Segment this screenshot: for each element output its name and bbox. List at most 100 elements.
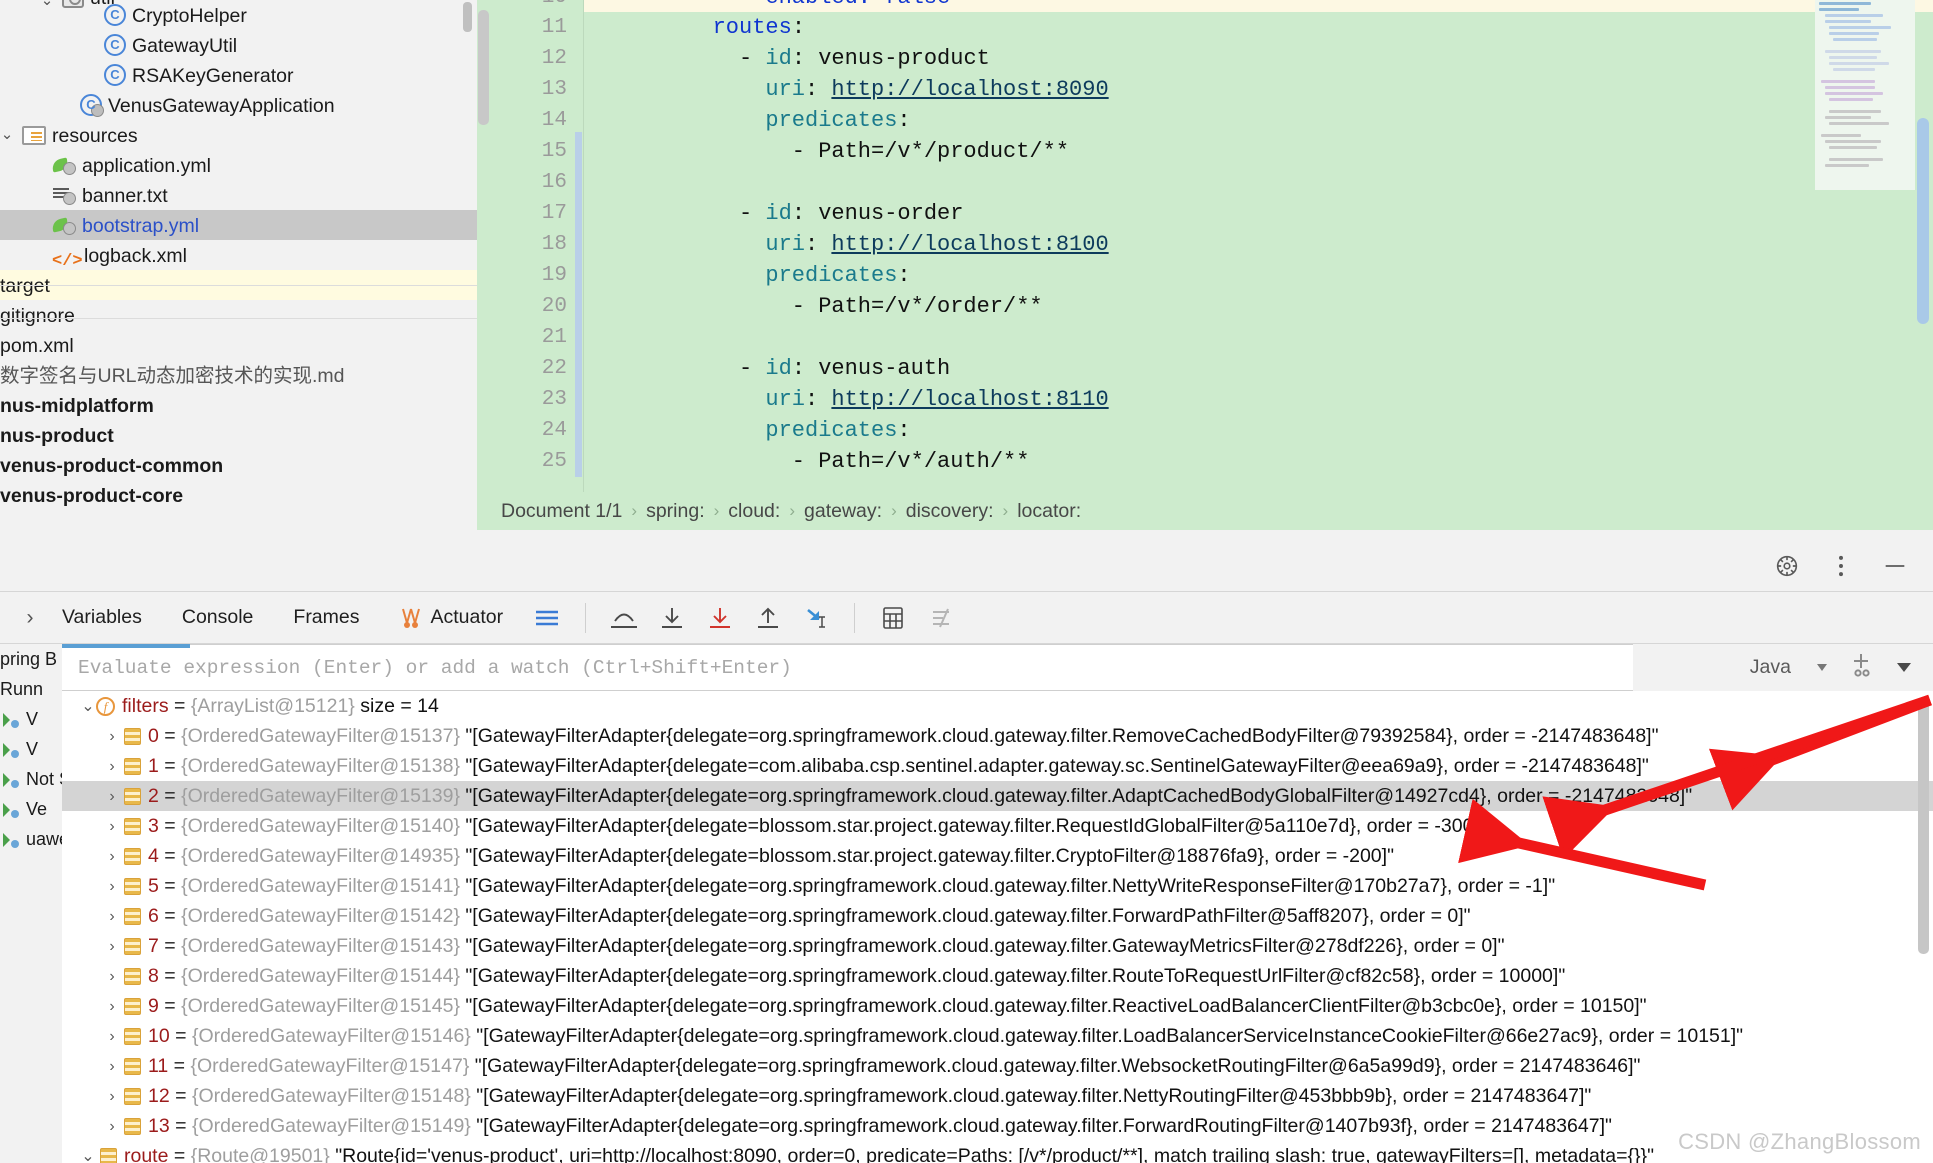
breadcrumb-item-2[interactable]: cloud: [719,500,789,523]
code-editor[interactable]: 11routes:12- id: venus-product13uri: htt… [477,0,1933,492]
tree-item-3[interactable]: RSAKeyGenerator [0,60,477,90]
evaluate-expression-input[interactable]: Evaluate expression (Enter) or add a wat… [62,644,1818,691]
chevron-right-icon[interactable]: › [104,872,120,902]
code-line-14[interactable]: 14predicates: [477,105,1933,136]
mute-breakpoints-icon[interactable] [924,601,958,635]
variable-row-1[interactable]: ›1 = {OrderedGatewayFilter@15138} "[Gate… [62,751,1933,781]
breadcrumb-item-5[interactable]: locator: [1008,500,1090,523]
chevron-right-icon[interactable]: › [104,1052,120,1082]
variable-row-7[interactable]: ›7 = {OrderedGatewayFilter@15143} "[Gate… [62,931,1933,961]
editor-minimap[interactable] [1815,0,1915,190]
chevron-right-icon[interactable]: › [104,812,120,842]
add-watch-icon[interactable] [1849,652,1875,683]
code-line-23[interactable]: 23uri: http://localhost:8110 [477,384,1933,415]
breadcrumb-item-4[interactable]: discovery: [897,500,1003,523]
evaluate-icon[interactable] [876,601,910,635]
expand-collapse-icon[interactable]: › [0,606,42,630]
variables-route-row[interactable]: ⌄route = {Route@19501} "Route{id='venus-… [62,1141,1933,1163]
debug-session-row-4[interactable]: Not S [0,764,62,794]
debug-session-row-1[interactable]: Runn [0,674,62,704]
eval-language-chevron-icon[interactable] [1817,664,1827,671]
chevron-right-icon[interactable]: › [104,902,120,932]
more-options-icon[interactable] [1827,552,1855,580]
variable-row-2[interactable]: ›2 = {OrderedGatewayFilter@15139} "[Gate… [62,781,1933,811]
tree-item-17[interactable]: venus-product-core [0,480,477,510]
tree-item-13[interactable]: 数字签名与URL动态加密技术的实现.md [0,360,477,390]
variables-tree[interactable]: ⌄filters = {ArrayList@15121} size = 14›0… [62,691,1933,1163]
code-line-22[interactable]: 22- id: venus-auth [477,353,1933,384]
debug-session-row-3[interactable]: V [0,734,62,764]
tree-item-4[interactable]: VenusGatewayApplication [0,90,477,120]
variable-row-12[interactable]: ›12 = {OrderedGatewayFilter@15148} "[Gat… [62,1081,1933,1111]
code-line-25[interactable]: 25- Path=/v*/auth/** [477,446,1933,477]
chevron-right-icon[interactable]: › [104,722,120,752]
tree-item-1[interactable]: CryptoHelper [0,0,477,30]
code-line-20[interactable]: 20- Path=/v*/order/** [477,291,1933,322]
breadcrumb-item-0[interactable]: Document 1/1 [492,500,631,523]
settings-gear-icon[interactable] [1773,552,1801,580]
variable-row-11[interactable]: ›11 = {OrderedGatewayFilter@15147} "[Gat… [62,1051,1933,1081]
code-line-12[interactable]: 12- id: venus-product [477,43,1933,74]
breadcrumb[interactable]: Document 1/1›spring:›cloud:›gateway:›dis… [477,492,1933,530]
tree-item-11[interactable]: gitignore [0,300,477,330]
tab-actuator[interactable]: Actuator [380,606,524,630]
breadcrumb-item-1[interactable]: spring: [637,500,714,523]
chevron-right-icon[interactable]: › [104,932,120,962]
chevron-down-icon[interactable]: ⌄ [80,692,96,722]
variables-root-row[interactable]: ⌄filters = {ArrayList@15121} size = 14 [62,691,1933,721]
run-to-cursor-icon[interactable] [799,601,833,635]
code-url-link[interactable]: http://localhost:8090 [831,77,1108,102]
debug-session-row-2[interactable]: V [0,704,62,734]
variable-row-9[interactable]: ›9 = {OrderedGatewayFilter@15145} "[Gate… [62,991,1933,1021]
debug-session-row-6[interactable]: uaweiy [0,824,62,854]
code-line-11[interactable]: 11routes: [477,12,1933,43]
tree-item-6[interactable]: application.yml [0,150,477,180]
breadcrumb-item-3[interactable]: gateway: [795,500,891,523]
tree-item-9[interactable]: </>logback.xml [0,240,477,270]
eval-bar-controls[interactable]: Java [1633,644,1933,691]
chevron-down-icon[interactable] [1897,663,1911,672]
tab-frames[interactable]: Frames [273,606,379,629]
variable-row-8[interactable]: ›8 = {OrderedGatewayFilter@15144} "[Gate… [62,961,1933,991]
tree-item-15[interactable]: nus-product [0,420,477,450]
chevron-right-icon[interactable]: › [104,962,120,992]
code-line-16[interactable]: 16 [477,167,1933,198]
variables-scrollbar[interactable] [1918,699,1929,954]
force-step-into-icon[interactable] [703,601,737,635]
evaluate-expression-bar[interactable]: Evaluate expression (Enter) or add a wat… [0,644,1933,691]
code-line-18[interactable]: 18uri: http://localhost:8100 [477,229,1933,260]
minimize-icon[interactable] [1881,552,1909,580]
chevron-right-icon[interactable]: › [104,752,120,782]
step-out-icon[interactable] [751,601,785,635]
step-into-icon[interactable] [655,601,689,635]
code-line-17[interactable]: 17- id: venus-order [477,198,1933,229]
code-line-19[interactable]: 19predicates: [477,260,1933,291]
chevron-right-icon[interactable]: › [104,1112,120,1142]
code-line-13[interactable]: 13uri: http://localhost:8090 [477,74,1933,105]
code-url-link[interactable]: http://localhost:8100 [831,232,1108,257]
tab-console[interactable]: Console [162,606,274,629]
chevron-right-icon[interactable]: › [104,1082,120,1112]
debug-sessions-strip[interactable]: pring BRunnVVNot SVeuaweiy [0,644,62,1163]
code-url-link[interactable]: http://localhost:8110 [831,387,1108,412]
chevron-down-icon[interactable]: ⌄ [0,120,14,150]
debug-session-row-0[interactable]: pring B [0,644,62,674]
layout-settings-icon[interactable] [530,601,564,635]
tree-item-12[interactable]: pom.xml [0,330,477,360]
tree-item-5[interactable]: ⌄resources [0,120,477,150]
chevron-right-icon[interactable]: › [104,1022,120,1052]
variable-row-13[interactable]: ›13 = {OrderedGatewayFilter@15149} "[Gat… [62,1111,1933,1141]
chevron-right-icon[interactable]: › [104,782,120,812]
code-line-15[interactable]: 15- Path=/v*/product/** [477,136,1933,167]
debug-session-row-5[interactable]: Ve [0,794,62,824]
variable-row-5[interactable]: ›5 = {OrderedGatewayFilter@15141} "[Gate… [62,871,1933,901]
tree-item-7[interactable]: banner.txt [0,180,477,210]
tree-item-8[interactable]: bootstrap.yml [0,210,477,240]
tab-variables[interactable]: Variables [42,606,162,629]
variable-row-10[interactable]: ›10 = {OrderedGatewayFilter@15146} "[Gat… [62,1021,1933,1051]
tree-item-16[interactable]: venus-product-common [0,450,477,480]
debugger-toolbar[interactable]: › Variables Console Frames Actuator [0,592,1933,644]
variable-row-6[interactable]: ›6 = {OrderedGatewayFilter@15142} "[Gate… [62,901,1933,931]
chevron-down-icon[interactable]: ⌄ [80,1142,96,1163]
project-tree-scrollbar[interactable] [463,2,472,32]
